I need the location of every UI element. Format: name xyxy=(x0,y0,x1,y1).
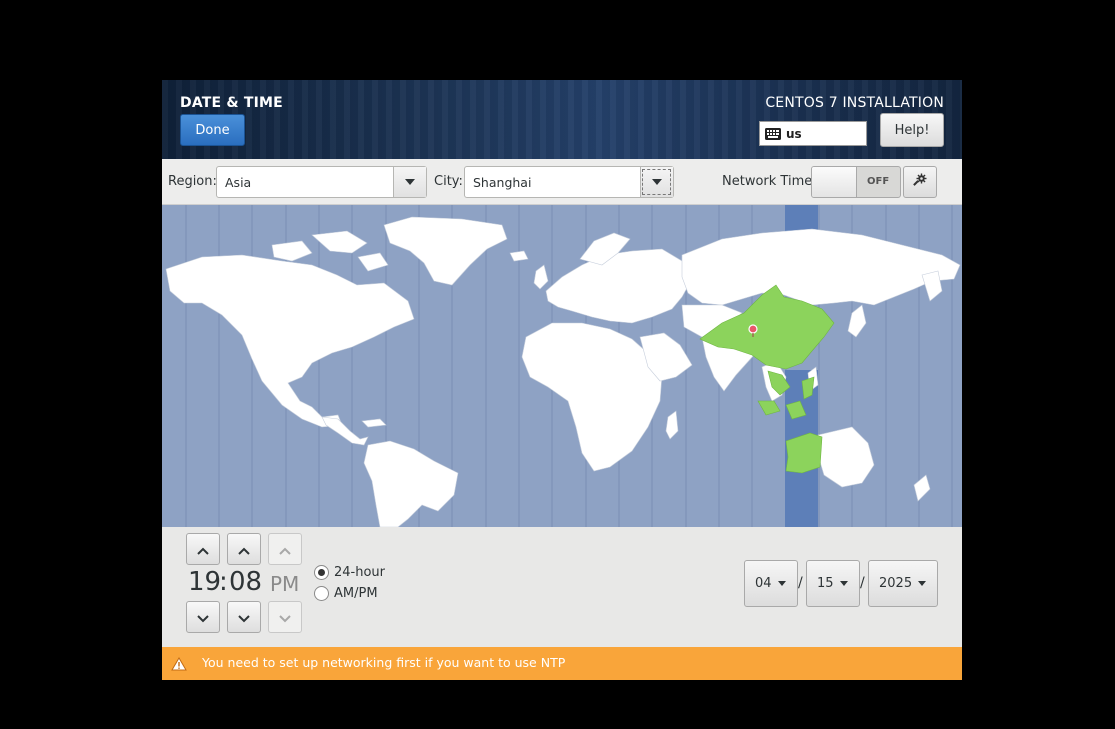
radio-indicator xyxy=(314,586,329,601)
chevron-up-icon xyxy=(279,540,291,559)
format-ampm-label: AM/PM xyxy=(334,586,378,601)
spoke-title: DATE & TIME xyxy=(180,95,283,111)
chevron-down-icon xyxy=(652,179,662,185)
radio-indicator xyxy=(314,565,329,580)
ampm-down-button[interactable] xyxy=(268,601,302,633)
ampm-up-button[interactable] xyxy=(268,533,302,565)
date-time-spoke: DATE & TIME Done CENTOS 7 INSTALLATION u… xyxy=(162,80,962,680)
timezone-map[interactable] xyxy=(162,205,962,527)
time-separator: : xyxy=(219,567,228,597)
chevron-down-icon xyxy=(279,608,291,627)
city-combo[interactable]: Shanghai xyxy=(464,166,674,198)
region-dropdown-button[interactable] xyxy=(393,167,426,197)
gear-icon xyxy=(912,172,928,192)
month-value: 04 xyxy=(755,576,772,591)
minutes-value: 08 xyxy=(229,567,263,597)
ntp-config-button[interactable] xyxy=(903,166,937,198)
year-value: 2025 xyxy=(879,576,913,591)
chevron-down-icon xyxy=(777,581,786,586)
network-time-switch[interactable]: OFF xyxy=(811,166,901,198)
hour-down-button[interactable] xyxy=(186,601,220,633)
keyboard-layout-label: us xyxy=(786,126,802,141)
timezone-toolbar: Region: Asia City: Shanghai Network Time… xyxy=(162,159,962,205)
format-24h-radio[interactable]: 24-hour xyxy=(314,565,385,580)
chevron-down-icon xyxy=(918,581,927,586)
chevron-down-icon xyxy=(197,608,209,627)
city-dropdown-button[interactable] xyxy=(640,167,673,197)
time-controls: 19 : 08 PM 24-hour AM/PM 04 / 15 / 2025 xyxy=(162,527,962,647)
month-combo[interactable]: 04 xyxy=(744,560,798,607)
region-combo[interactable]: Asia xyxy=(216,166,427,198)
city-value: Shanghai xyxy=(473,175,532,190)
chevron-up-icon xyxy=(238,540,250,559)
product-title: CENTOS 7 INSTALLATION xyxy=(765,95,944,111)
minute-up-button[interactable] xyxy=(227,533,261,565)
chevron-down-icon xyxy=(238,608,250,627)
warning-icon xyxy=(171,656,187,675)
region-value: Asia xyxy=(225,175,252,190)
switch-state: OFF xyxy=(867,176,890,187)
city-label: City: xyxy=(434,174,463,189)
chevron-up-icon xyxy=(197,540,209,559)
day-combo[interactable]: 15 xyxy=(806,560,860,607)
format-24h-label: 24-hour xyxy=(334,565,386,580)
minute-down-button[interactable] xyxy=(227,601,261,633)
help-button[interactable]: Help! xyxy=(880,113,944,147)
network-time-label: Network Time xyxy=(722,174,813,189)
hour-up-button[interactable] xyxy=(186,533,220,565)
ampm-value: PM xyxy=(270,572,300,596)
done-button[interactable]: Done xyxy=(180,114,245,146)
ntp-warning-bar: You need to set up networking first if y… xyxy=(162,647,962,680)
region-label: Region: xyxy=(168,174,217,189)
keyboard-layout-indicator[interactable]: us xyxy=(759,121,867,146)
format-ampm-radio[interactable]: AM/PM xyxy=(314,586,378,601)
date-separator: / xyxy=(798,575,803,591)
keyboard-icon xyxy=(765,127,781,140)
chevron-down-icon xyxy=(405,179,415,185)
hours-value: 19 xyxy=(188,567,222,597)
spoke-header: DATE & TIME Done CENTOS 7 INSTALLATION u… xyxy=(162,80,962,159)
year-combo[interactable]: 2025 xyxy=(868,560,938,607)
date-separator: / xyxy=(860,575,865,591)
switch-knob xyxy=(812,167,857,197)
warning-message: You need to set up networking first if y… xyxy=(202,655,566,670)
chevron-down-icon xyxy=(839,581,848,586)
day-value: 15 xyxy=(817,576,834,591)
